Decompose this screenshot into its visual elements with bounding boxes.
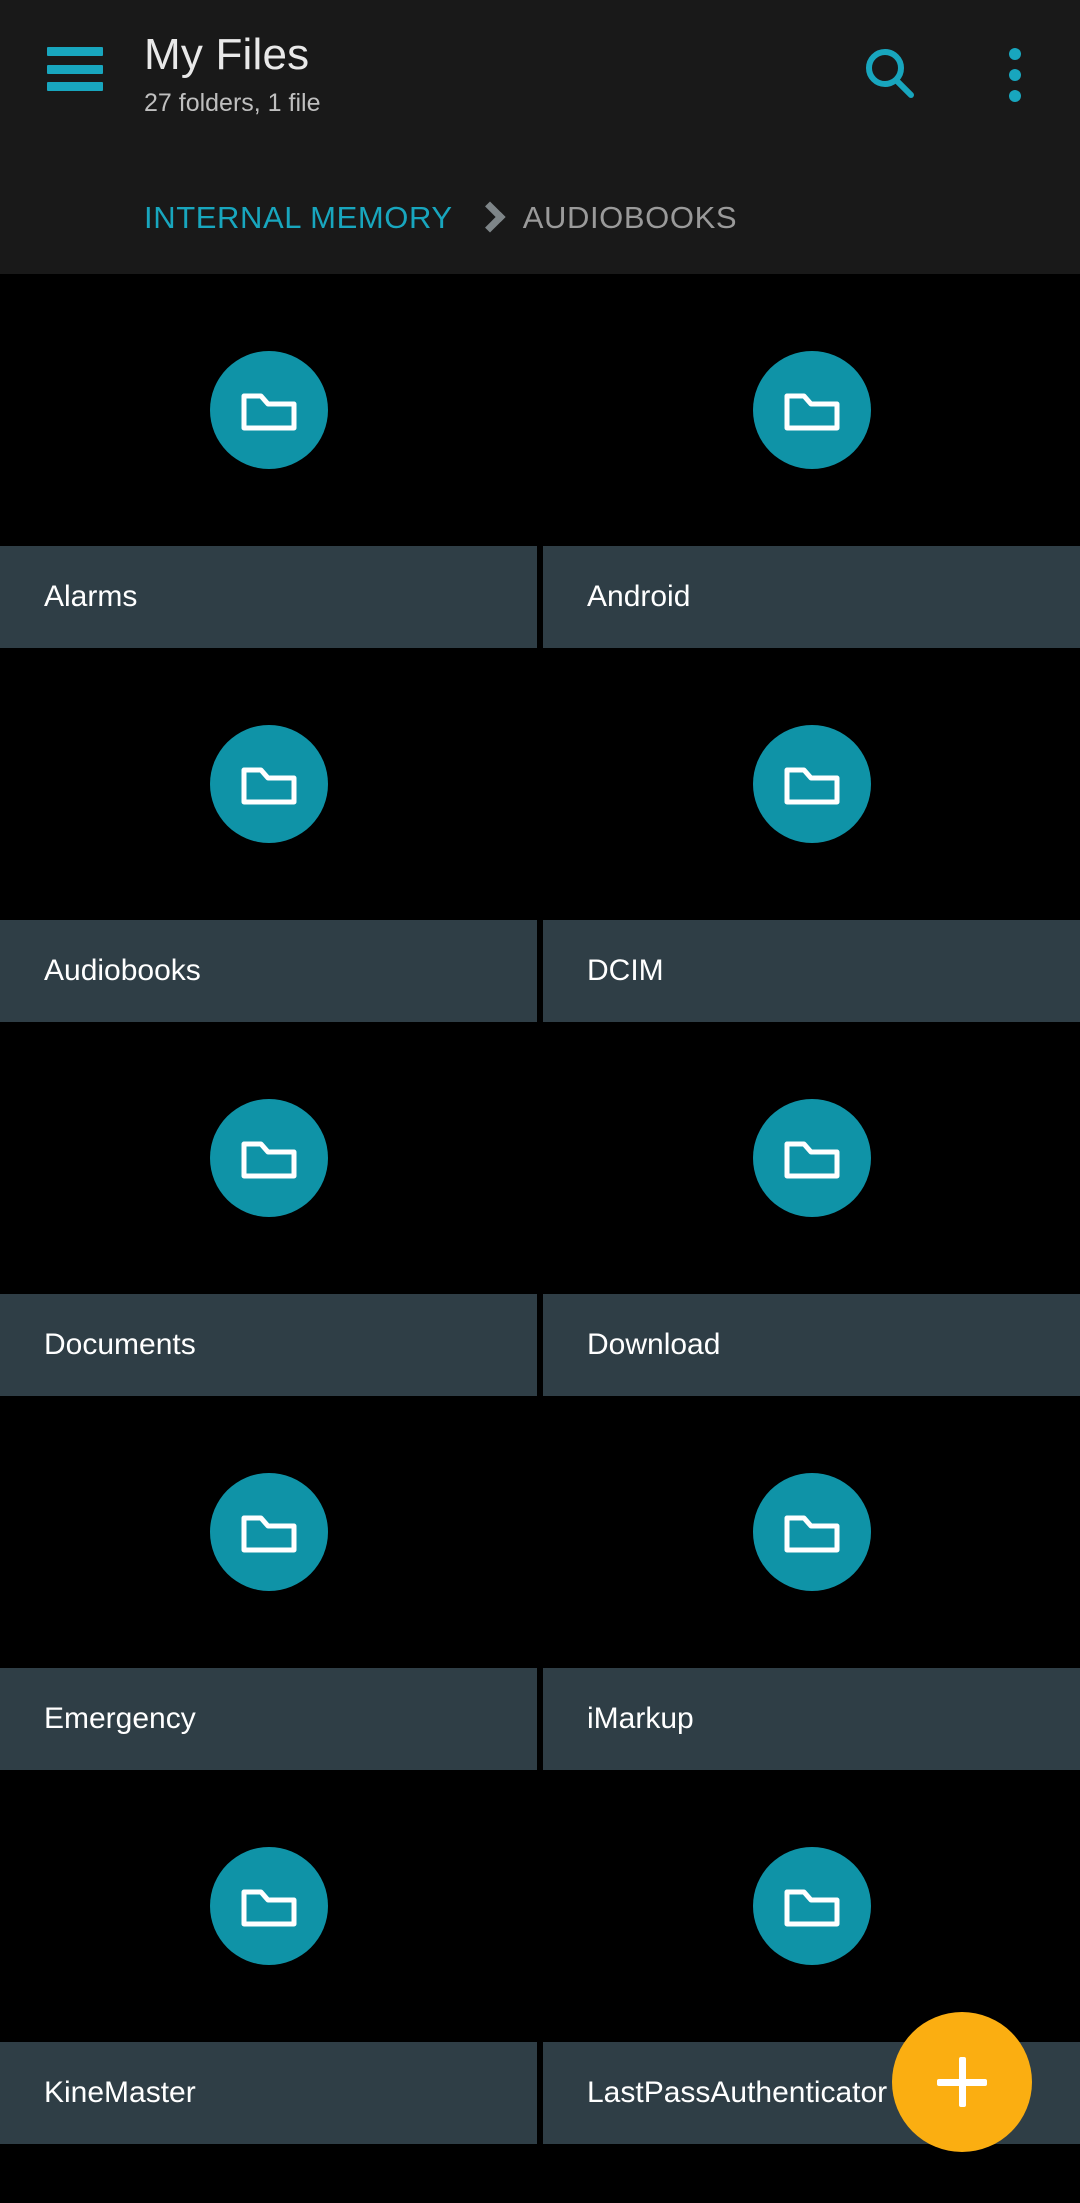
folder-tile[interactable]: Alarms: [0, 274, 537, 648]
page-subtitle: 27 folders, 1 file: [144, 89, 321, 117]
folder-icon-wrap: [0, 648, 537, 920]
folder-icon-wrap: [543, 648, 1080, 920]
folder-grid: Alarms Android Audiobooks DCIM Documents…: [0, 274, 1080, 2144]
folder-tile[interactable]: Audiobooks: [0, 648, 537, 1022]
folder-icon: [209, 1099, 328, 1217]
grid-row: Alarms Android: [0, 274, 1080, 648]
more-vertical-icon-dot-1: [1009, 48, 1021, 60]
search-button[interactable]: [855, 40, 925, 110]
folder-icon-wrap: [0, 1396, 537, 1668]
more-vertical-icon-dot-3: [1009, 90, 1021, 102]
folder-icon: [209, 725, 328, 843]
chevron-right-icon: [474, 201, 506, 233]
page-title: My Files: [144, 30, 310, 79]
folder-label: Emergency: [0, 1668, 537, 1770]
folder-label: Alarms: [0, 546, 537, 648]
title-block: My Files 27 folders, 1 file: [144, 28, 321, 120]
more-vertical-icon-dot-2: [1009, 69, 1021, 81]
folder-label: Download: [543, 1294, 1080, 1396]
hamburger-bar-3: [47, 82, 103, 91]
app-bar: My Files 27 folders, 1 file INTERNAL MEM…: [0, 0, 1080, 274]
folder-label: KineMaster: [0, 2042, 537, 2144]
folder-label: Android: [543, 546, 1080, 648]
grid-row: Audiobooks DCIM: [0, 648, 1080, 1022]
folder-icon: [752, 1473, 871, 1591]
folder-icon-wrap: [543, 1770, 1080, 2042]
breadcrumb: INTERNAL MEMORY AUDIOBOOKS: [0, 172, 1080, 264]
folder-icon-wrap: [543, 1396, 1080, 1668]
folder-icon-wrap: [0, 274, 537, 546]
breadcrumb-item-current: AUDIOBOOKS: [522, 200, 738, 235]
folder-icon-wrap: [0, 1022, 537, 1294]
grid-row: Emergency iMarkup: [0, 1396, 1080, 1770]
hamburger-bar-1: [47, 47, 103, 56]
folder-tile[interactable]: Emergency: [0, 1396, 537, 1770]
folder-label: iMarkup: [543, 1668, 1080, 1770]
folder-tile[interactable]: Documents: [0, 1022, 537, 1396]
folder-tile[interactable]: Android: [543, 274, 1080, 648]
folder-icon: [209, 351, 328, 469]
more-options-button[interactable]: [985, 40, 1045, 110]
folder-icon: [209, 1473, 328, 1591]
folder-icon: [752, 1847, 871, 1965]
folder-tile[interactable]: iMarkup: [543, 1396, 1080, 1770]
search-icon: [866, 49, 914, 98]
my-files-screen: My Files 27 folders, 1 file INTERNAL MEM…: [0, 0, 1080, 2203]
folder-icon-wrap: [543, 1022, 1080, 1294]
hamburger-menu-icon[interactable]: [47, 47, 103, 91]
folder-tile[interactable]: Download: [543, 1022, 1080, 1396]
folder-icon: [752, 725, 871, 843]
hamburger-bar-2: [47, 64, 103, 74]
app-bar-top-row: My Files 27 folders, 1 file: [0, 0, 1080, 160]
folder-icon: [752, 1099, 871, 1217]
plus-icon-vertical: [958, 2057, 966, 2107]
add-button[interactable]: [892, 2012, 1032, 2152]
folder-icon-wrap: [0, 1770, 537, 2042]
grid-row: Documents Download: [0, 1022, 1080, 1396]
folder-label: Audiobooks: [0, 920, 537, 1022]
folder-label: Documents: [0, 1294, 537, 1396]
folder-icon: [209, 1847, 328, 1965]
folder-label: DCIM: [543, 920, 1080, 1022]
breadcrumb-item-internal-memory[interactable]: INTERNAL MEMORY: [144, 200, 453, 236]
folder-tile[interactable]: DCIM: [543, 648, 1080, 1022]
folder-icon: [752, 351, 871, 469]
folder-tile[interactable]: KineMaster: [0, 1770, 537, 2144]
folder-icon-wrap: [543, 274, 1080, 546]
